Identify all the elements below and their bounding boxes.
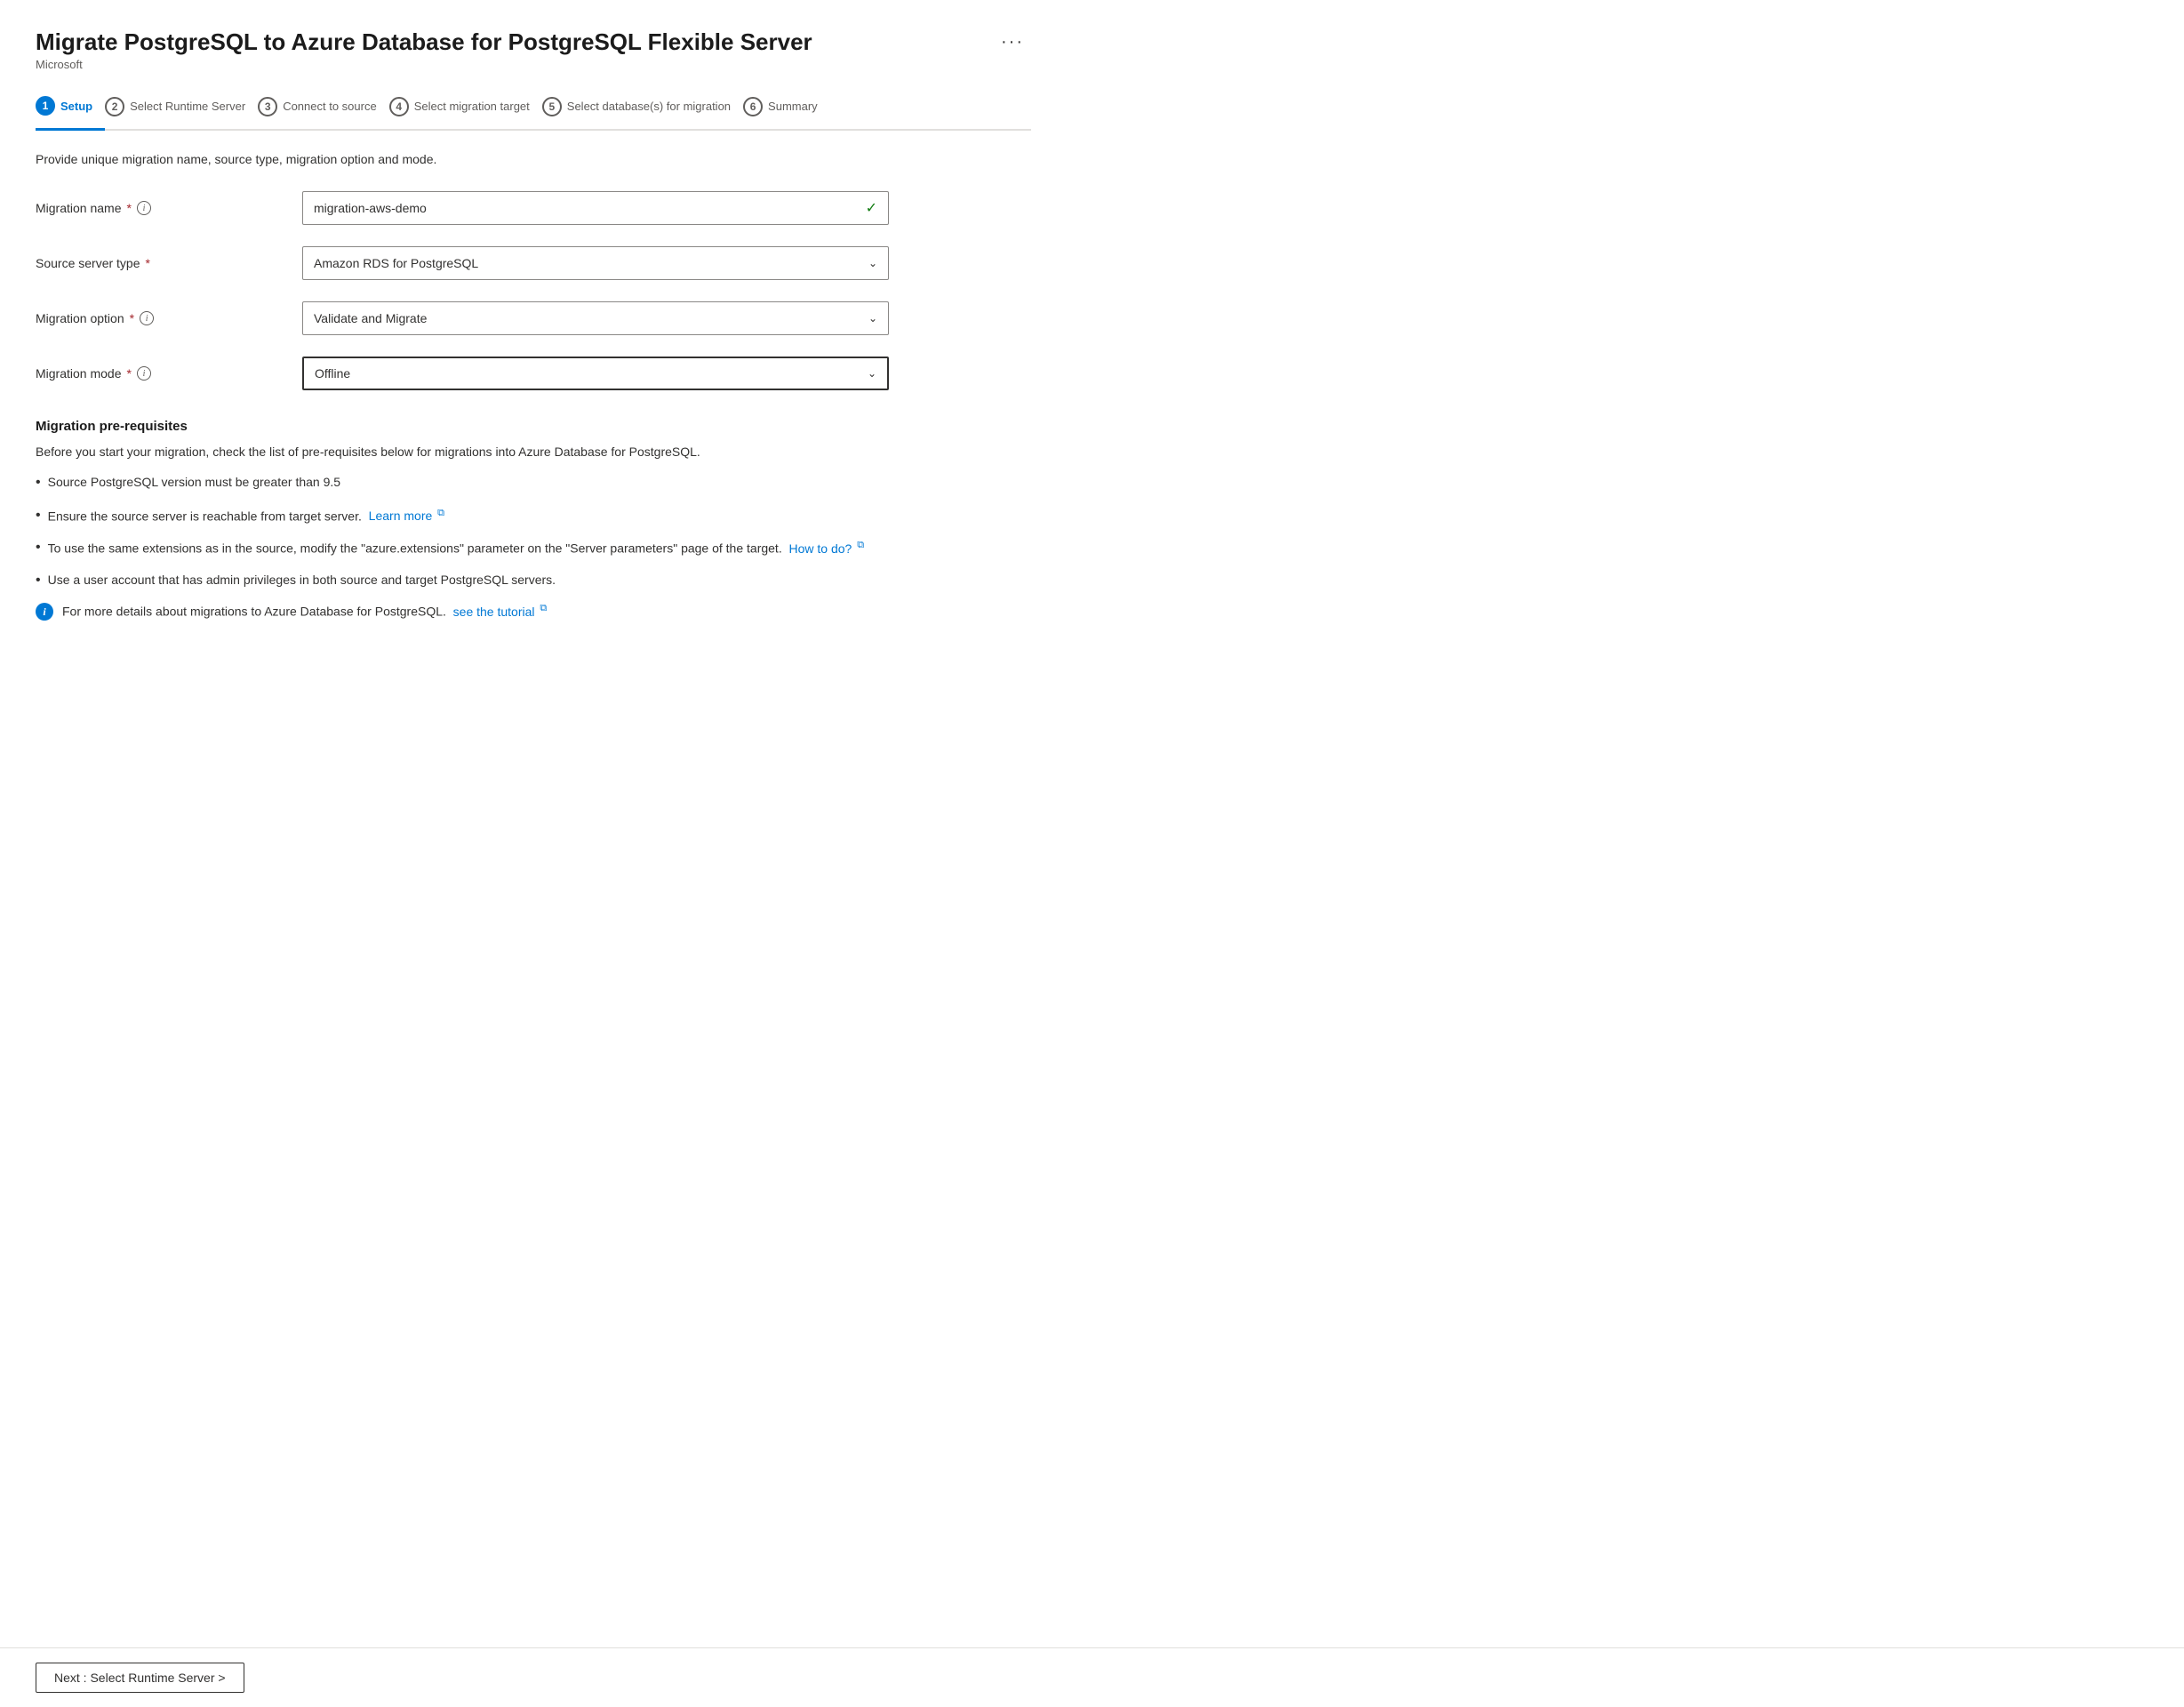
migration-mode-label: Migration mode * i: [36, 366, 284, 381]
migration-mode-control: Offline ⌄: [302, 357, 889, 390]
migration-name-control: migration-aws-demo ✓: [302, 191, 889, 225]
prereq-intro: Before you start your migration, check t…: [36, 445, 1031, 459]
source-server-type-chevron-icon: ⌄: [868, 257, 877, 269]
step-2-label: Select Runtime Server: [130, 100, 245, 113]
prereq-text-4: Use a user account that has admin privil…: [48, 571, 556, 589]
migration-option-label: Migration option * i: [36, 311, 284, 325]
migration-option-value: Validate and Migrate: [314, 311, 427, 325]
wizard-steps: 1 Setup 2 Select Runtime Server 3 Connec…: [36, 96, 1031, 131]
prerequisites-section: Migration pre-requisites Before you star…: [36, 419, 1031, 621]
migration-name-value: migration-aws-demo: [314, 201, 427, 215]
step-3-connect[interactable]: 3 Connect to source: [258, 97, 389, 129]
migration-name-info-icon[interactable]: i: [137, 201, 151, 215]
page-title: Migrate PostgreSQL to Azure Database for…: [36, 28, 812, 56]
page-footer: Next : Select Runtime Server >: [0, 1647, 2184, 1707]
bullet-1: •: [36, 473, 41, 493]
source-server-type-control: Amazon RDS for PostgreSQL ⌄: [302, 246, 889, 280]
learn-more-link[interactable]: Learn more ⧉: [369, 509, 444, 523]
step-4-label: Select migration target: [414, 100, 530, 113]
bullet-4: •: [36, 571, 41, 590]
next-button[interactable]: Next : Select Runtime Server >: [36, 1663, 244, 1693]
how-to-do-external-icon: ⧉: [857, 540, 864, 550]
prereq-list: • Source PostgreSQL version must be grea…: [36, 473, 1031, 590]
learn-more-external-icon: ⧉: [437, 508, 444, 518]
step-6-label: Summary: [768, 100, 818, 113]
see-tutorial-external-icon: ⧉: [540, 603, 547, 613]
migration-option-chevron-icon: ⌄: [868, 312, 877, 325]
prereq-text-1: Source PostgreSQL version must be greate…: [48, 473, 340, 492]
step-2-runtime[interactable]: 2 Select Runtime Server: [105, 97, 258, 129]
source-server-type-row: Source server type * Amazon RDS for Post…: [36, 246, 1031, 280]
prereq-item-4: • Use a user account that has admin priv…: [36, 571, 1031, 590]
source-server-type-label: Source server type *: [36, 256, 284, 270]
prereq-item-2: • Ensure the source server is reachable …: [36, 506, 1031, 526]
form-subtitle: Provide unique migration name, source ty…: [36, 152, 1031, 166]
more-options-button[interactable]: ···: [994, 28, 1031, 56]
step-3-label: Connect to source: [283, 100, 377, 113]
migration-mode-required: *: [127, 366, 132, 381]
see-tutorial-link[interactable]: see the tutorial ⧉: [453, 605, 548, 619]
step-4-target[interactable]: 4 Select migration target: [389, 97, 542, 129]
migration-name-row: Migration name * i migration-aws-demo ✓: [36, 191, 1031, 225]
bullet-3: •: [36, 538, 41, 557]
info-note-text: For more details about migrations to Azu…: [62, 603, 547, 619]
prereq-item-1: • Source PostgreSQL version must be grea…: [36, 473, 1031, 493]
step-3-circle: 3: [258, 97, 277, 116]
source-server-type-value: Amazon RDS for PostgreSQL: [314, 256, 478, 270]
step-6-summary[interactable]: 6 Summary: [743, 97, 830, 129]
step-1-label: Setup: [60, 100, 92, 113]
step-1-setup[interactable]: 1 Setup: [36, 96, 105, 131]
step-1-circle: 1: [36, 96, 55, 116]
info-note: i For more details about migrations to A…: [36, 603, 1031, 621]
migration-option-required: *: [130, 311, 134, 325]
migration-option-row: Migration option * i Validate and Migrat…: [36, 301, 1031, 335]
prereq-title: Migration pre-requisites: [36, 419, 1031, 434]
page-subtitle: Microsoft: [36, 58, 812, 71]
migration-option-dropdown[interactable]: Validate and Migrate ⌄: [302, 301, 889, 335]
migration-mode-chevron-icon: ⌄: [868, 367, 876, 380]
step-5-label: Select database(s) for migration: [567, 100, 731, 113]
info-circle-icon: i: [36, 603, 53, 621]
step-5-circle: 5: [542, 97, 562, 116]
prereq-item-3: • To use the same extensions as in the s…: [36, 538, 1031, 558]
page-header: Migrate PostgreSQL to Azure Database for…: [36, 28, 1031, 71]
prereq-text-3: To use the same extensions as in the sou…: [48, 538, 864, 558]
migration-mode-dropdown[interactable]: Offline ⌄: [302, 357, 889, 390]
migration-option-control: Validate and Migrate ⌄: [302, 301, 889, 335]
migration-name-check-icon: ✓: [866, 199, 877, 217]
migration-option-info-icon[interactable]: i: [140, 311, 154, 325]
migration-mode-info-icon[interactable]: i: [137, 366, 151, 381]
step-5-databases[interactable]: 5 Select database(s) for migration: [542, 97, 743, 129]
bullet-2: •: [36, 506, 41, 525]
migration-mode-value: Offline: [315, 366, 350, 381]
step-4-circle: 4: [389, 97, 409, 116]
step-2-circle: 2: [105, 97, 124, 116]
migration-name-required: *: [127, 201, 132, 215]
prereq-text-2: Ensure the source server is reachable fr…: [48, 506, 444, 526]
migration-mode-row: Migration mode * i Offline ⌄: [36, 357, 1031, 390]
source-server-type-dropdown[interactable]: Amazon RDS for PostgreSQL ⌄: [302, 246, 889, 280]
migration-name-input[interactable]: migration-aws-demo ✓: [302, 191, 889, 225]
how-to-do-link[interactable]: How to do? ⧉: [789, 541, 865, 556]
migration-name-label: Migration name * i: [36, 201, 284, 215]
source-server-type-required: *: [146, 256, 150, 270]
step-6-circle: 6: [743, 97, 763, 116]
